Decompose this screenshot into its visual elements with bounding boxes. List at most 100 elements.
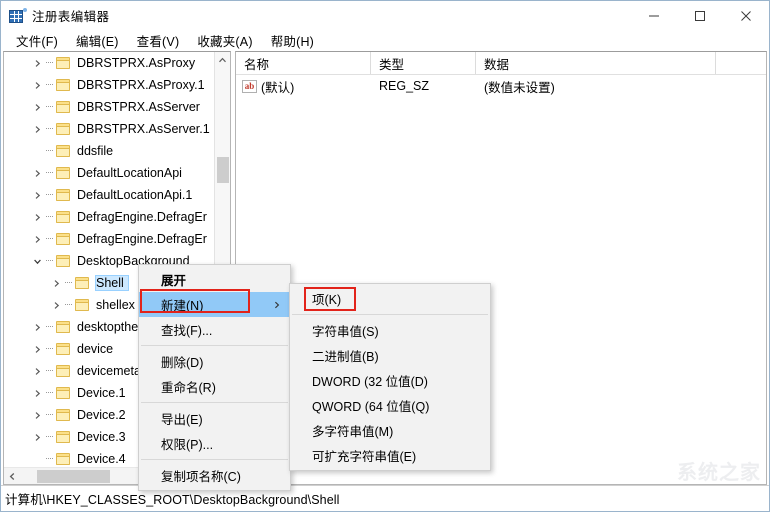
- tree-item-3[interactable]: DBRSTPRX.AsServer.1: [4, 118, 214, 140]
- menu-item-3[interactable]: 收藏夹(A): [188, 29, 261, 52]
- context-menu-item-6[interactable]: 权限(P)...: [139, 431, 290, 456]
- chevron-right-icon[interactable]: [30, 74, 44, 96]
- chevron-right-icon[interactable]: [30, 184, 44, 206]
- context-menu-item-label: 复制项名称(C): [161, 470, 241, 484]
- tree-item-7[interactable]: DefragEngine.DefragEr: [4, 206, 214, 228]
- submenu-item-1[interactable]: 字符串值(S): [290, 318, 490, 343]
- chevron-right-icon[interactable]: [30, 206, 44, 228]
- context-menu-item-5[interactable]: 导出(E): [139, 406, 290, 431]
- tree-item-label: Shell: [95, 275, 129, 291]
- tree-item-label: ddsfile: [77, 144, 114, 158]
- column-header-name[interactable]: 名称: [236, 52, 371, 74]
- tree-connector: [44, 216, 55, 218]
- tree-item-2[interactable]: DBRSTPRX.AsServer: [4, 96, 214, 118]
- tree-item-0[interactable]: DBRSTPRX.AsProxy: [4, 52, 214, 74]
- tree-item-label: shellex: [96, 298, 135, 312]
- tree-item-label: DBRSTPRX.AsServer: [77, 100, 200, 114]
- folder-icon: [74, 276, 91, 290]
- tree-no-expander: [30, 140, 44, 162]
- registry-grid-icon: [9, 7, 27, 24]
- scroll-left-icon[interactable]: [4, 468, 21, 485]
- tree-item-6[interactable]: DefaultLocationApi.1: [4, 184, 214, 206]
- scroll-up-icon[interactable]: [215, 52, 230, 69]
- tree-no-expander: [30, 448, 44, 467]
- column-header-type[interactable]: 类型: [371, 52, 476, 74]
- submenu-item-5[interactable]: 多字符串值(M): [290, 418, 490, 443]
- tree-item-1[interactable]: DBRSTPRX.AsProxy.1: [4, 74, 214, 96]
- folder-icon: [55, 342, 72, 356]
- chevron-right-icon[interactable]: [30, 382, 44, 404]
- chevron-right-icon[interactable]: [49, 272, 63, 294]
- submenu-item-label: 字符串值(S): [312, 325, 379, 339]
- value-data-cell: (数值未设置): [484, 80, 555, 95]
- submenu-item-4[interactable]: QWORD (64 位值(Q): [290, 393, 490, 418]
- chevron-right-icon[interactable]: [30, 338, 44, 360]
- folder-icon: [55, 100, 72, 114]
- values-column-headers: 名称 类型 数据: [236, 52, 766, 75]
- chevron-right-icon[interactable]: [30, 426, 44, 448]
- tree-item-8[interactable]: DefragEngine.DefragEr: [4, 228, 214, 250]
- column-header-data[interactable]: 数据: [476, 52, 716, 74]
- chevron-right-icon[interactable]: [30, 162, 44, 184]
- minimize-button[interactable]: [631, 1, 677, 30]
- tree-connector: [63, 304, 74, 306]
- tree-connector: [44, 436, 55, 438]
- folder-icon: [55, 452, 72, 466]
- context-menu[interactable]: 展开 新建(N) 查找(F)... 删除(D) 重命名(R) 导出(E) 权限(P)... 复…: [138, 264, 291, 491]
- value-name: (默认): [261, 80, 295, 95]
- chevron-right-icon[interactable]: [30, 118, 44, 140]
- tree-item-label: DefragEngine.DefragEr: [77, 210, 207, 224]
- tree-item-4[interactable]: ddsfile: [4, 140, 214, 162]
- menu-item-4[interactable]: 帮助(H): [262, 29, 323, 52]
- context-menu-separator: [141, 459, 288, 460]
- context-menu-item-2[interactable]: 查找(F)...: [139, 317, 290, 342]
- context-menu-separator: [141, 402, 288, 403]
- submenu-item-2[interactable]: 二进制值(B): [290, 343, 490, 368]
- submenu-item-6[interactable]: 可扩充字符串值(E): [290, 443, 490, 468]
- context-menu-item-4[interactable]: 重命名(R): [139, 374, 290, 399]
- context-menu-item-label: 权限(P)...: [161, 438, 214, 452]
- chevron-right-icon[interactable]: [30, 228, 44, 250]
- context-menu-item-1[interactable]: 新建(N): [139, 292, 290, 317]
- values-list: ab (默认) REG_SZ (数值未设置): [236, 75, 766, 97]
- window-title: 注册表编辑器: [32, 10, 110, 24]
- tree-connector: [44, 392, 55, 394]
- context-menu-item-3[interactable]: 删除(D): [139, 349, 290, 374]
- chevron-right-icon[interactable]: [30, 360, 44, 382]
- folder-icon: [55, 56, 72, 70]
- chevron-right-icon[interactable]: [30, 316, 44, 338]
- context-menu-item-0[interactable]: 展开: [139, 267, 290, 292]
- tree-item-5[interactable]: DefaultLocationApi: [4, 162, 214, 184]
- folder-icon: [55, 166, 72, 180]
- string-value-ab-icon: ab: [242, 79, 257, 93]
- submenu-item-label: 项(K): [312, 293, 342, 307]
- close-button[interactable]: [723, 1, 769, 30]
- menu-item-1[interactable]: 编辑(E): [67, 29, 128, 52]
- chevron-right-icon[interactable]: [30, 404, 44, 426]
- menu-item-2[interactable]: 查看(V): [128, 29, 189, 52]
- tree-scroll-thumb[interactable]: [217, 157, 229, 183]
- chevron-right-icon[interactable]: [30, 96, 44, 118]
- tree-connector: [44, 84, 55, 86]
- context-menu-item-label: 导出(E): [161, 413, 203, 427]
- folder-icon: [55, 320, 72, 334]
- submenu-item-3[interactable]: DWORD (32 位值(D): [290, 368, 490, 393]
- tree-connector: [44, 194, 55, 196]
- chevron-right-icon[interactable]: [30, 52, 44, 74]
- tree-connector: [44, 414, 55, 416]
- chevron-down-icon[interactable]: [30, 250, 44, 272]
- context-menu-item-label: 删除(D): [161, 356, 204, 370]
- context-menu-item-7[interactable]: 复制项名称(C): [139, 463, 290, 488]
- chevron-right-icon[interactable]: [49, 294, 63, 316]
- menu-item-0[interactable]: 文件(F): [7, 29, 67, 52]
- new-submenu[interactable]: 项(K) 字符串值(S) 二进制值(B) DWORD (32 位值(D) QWORD (…: [289, 283, 491, 471]
- folder-icon: [55, 188, 72, 202]
- horizontal-scroll-thumb[interactable]: [37, 469, 110, 483]
- folder-icon: [55, 408, 72, 422]
- title-bar: 注册表编辑器: [1, 1, 769, 30]
- tree-connector: [44, 62, 55, 64]
- folder-icon: [55, 386, 72, 400]
- value-row[interactable]: ab (默认) REG_SZ (数值未设置): [236, 75, 766, 97]
- maximize-button[interactable]: [677, 1, 723, 30]
- submenu-item-0[interactable]: 项(K): [290, 286, 490, 311]
